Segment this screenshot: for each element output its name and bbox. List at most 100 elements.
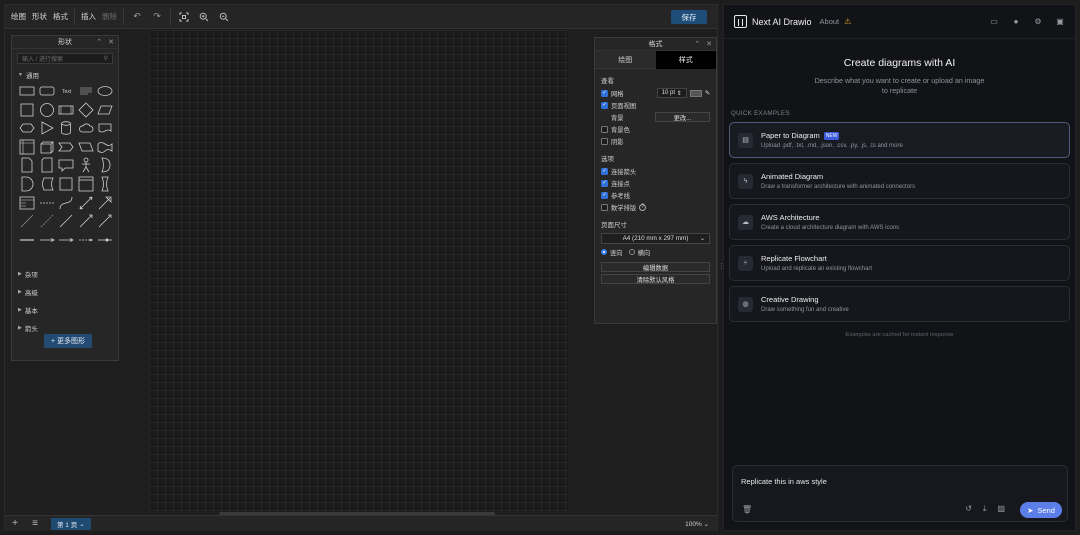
text-shape[interactable]: Text: [57, 82, 75, 100]
ellipse-shape[interactable]: [96, 82, 114, 100]
collapse-icon[interactable]: ⌃: [96, 38, 102, 46]
fit-icon[interactable]: [177, 10, 191, 24]
category-general[interactable]: ▼ 通用: [12, 68, 118, 82]
menu-draw[interactable]: 绘图: [11, 11, 26, 22]
math-checkbox[interactable]: [601, 203, 608, 211]
feedback-icon[interactable]: ▭: [989, 17, 999, 26]
delete-button[interactable]: 删除: [102, 11, 117, 22]
curve-shape[interactable]: [57, 194, 75, 212]
open-arrow-shape[interactable]: [57, 231, 75, 249]
bidirectional-arrow-shape[interactable]: [77, 194, 95, 212]
image-upload-icon[interactable]: ▨: [997, 504, 1005, 514]
more-shapes-button[interactable]: + 更多图形: [44, 334, 92, 348]
dotted-line-shape[interactable]: [38, 194, 56, 212]
actor-shape[interactable]: [77, 156, 95, 174]
process-shape[interactable]: [57, 101, 75, 119]
card-shape[interactable]: [38, 156, 56, 174]
parallelogram-shape[interactable]: [96, 101, 114, 119]
page-size-select[interactable]: A4 (210 mm x 297 mm) ⌄: [601, 233, 710, 244]
rectangle-shape[interactable]: [18, 82, 36, 100]
bracket-shape[interactable]: [96, 175, 114, 193]
connection-points-checkbox[interactable]: ✓: [601, 179, 608, 187]
edit-data-button[interactable]: 编辑数据: [601, 262, 710, 272]
circle-shape[interactable]: [38, 101, 56, 119]
cloud-shape[interactable]: [77, 119, 95, 137]
menu-format[interactable]: 格式: [53, 11, 68, 22]
help-icon[interactable]: ?: [639, 203, 647, 211]
landscape-radio[interactable]: [628, 249, 635, 255]
example-card-creative-drawing[interactable]: ◍ Creative Drawing Draw something fun an…: [729, 286, 1070, 322]
diamond-shape[interactable]: [77, 101, 95, 119]
example-card-animated-diagram[interactable]: ϟ Animated Diagram Draw a transformer ar…: [729, 163, 1070, 199]
triangle-shape[interactable]: [38, 119, 56, 137]
arrow-shape[interactable]: [96, 194, 114, 212]
portrait-radio[interactable]: [601, 249, 607, 255]
close-icon[interactable]: ✕: [706, 40, 712, 48]
grid-size-input[interactable]: 10 pt ⇕: [656, 88, 687, 98]
document-shape[interactable]: [96, 119, 114, 137]
square-shape[interactable]: [18, 101, 36, 119]
chat-input[interactable]: Replicate this in aws style: [741, 477, 827, 486]
add-page-icon[interactable]: +: [5, 518, 25, 529]
pages-menu-icon[interactable]: ≡: [25, 518, 45, 529]
redo-icon[interactable]: ↷: [150, 10, 164, 24]
warning-icon[interactable]: ⚠: [844, 17, 851, 26]
rounded-rectangle-shape[interactable]: [38, 82, 56, 100]
guides-checkbox[interactable]: ✓: [601, 191, 608, 199]
drawing-canvas[interactable]: [149, 30, 568, 512]
hexagon-shape[interactable]: [18, 119, 36, 137]
step-shape[interactable]: [57, 138, 75, 156]
grid-color-swatch[interactable]: [689, 89, 702, 97]
shape-search-input[interactable]: 输入 / 进行搜索 ⚲: [17, 53, 113, 64]
page-tab[interactable]: 第 1 页 ⌄: [51, 517, 91, 530]
horizontal-line-shape[interactable]: [18, 231, 36, 249]
link-shape[interactable]: [96, 231, 114, 249]
connector-arrow-shape[interactable]: [77, 212, 95, 230]
tab-style[interactable]: 样式: [655, 51, 716, 69]
line-shape[interactable]: [18, 212, 36, 230]
trash-icon[interactable]: 🗑: [742, 505, 752, 514]
page-view-checkbox[interactable]: ✓: [601, 101, 608, 109]
history-icon[interactable]: ↺: [965, 504, 972, 514]
cylinder-shape[interactable]: [57, 119, 75, 137]
change-background-button[interactable]: 更改...: [655, 112, 710, 122]
trapezoid-shape[interactable]: [77, 138, 95, 156]
tab-diagram[interactable]: 绘图: [595, 51, 656, 69]
example-card-replicate-flowchart[interactable]: ⑂ Replicate Flowchart Upload and replica…: [729, 245, 1070, 281]
zoom-level[interactable]: 100% ⌄: [685, 520, 709, 528]
gear-icon[interactable]: ⚙: [1033, 17, 1043, 26]
connector-shape[interactable]: [57, 212, 75, 230]
note-shape[interactable]: [18, 156, 36, 174]
grid-checkbox[interactable]: ✓: [601, 89, 608, 97]
insert-button[interactable]: 插入: [81, 11, 96, 22]
dashed-arrow-shape[interactable]: [77, 231, 95, 249]
internal-storage-shape[interactable]: [18, 138, 36, 156]
menu-shapes[interactable]: 形状: [32, 11, 47, 22]
category-misc[interactable]: ▶ 杂项: [12, 266, 118, 284]
table-shape[interactable]: [18, 194, 36, 212]
category-advanced[interactable]: ▶ 高级: [12, 284, 118, 302]
container-shape[interactable]: [57, 175, 75, 193]
panel-toggle-icon[interactable]: ▣: [1055, 17, 1065, 26]
category-basic[interactable]: ▶ 基本: [12, 302, 118, 320]
github-icon[interactable]: ●: [1011, 17, 1021, 26]
undo-icon[interactable]: ↶: [130, 10, 144, 24]
dashed-line-shape[interactable]: [38, 212, 56, 230]
callout-shape[interactable]: [57, 156, 75, 174]
data-storage-shape[interactable]: [38, 175, 56, 193]
example-card-paper-to-diagram[interactable]: ▤ Paper to Diagram NEW Upload .pdf, .txt,…: [729, 122, 1070, 158]
download-icon[interactable]: ⤓: [983, 504, 987, 514]
or-shape[interactable]: [96, 156, 114, 174]
tape-shape[interactable]: [96, 138, 114, 156]
save-button[interactable]: 保存: [671, 10, 707, 24]
pencil-icon[interactable]: ✎: [705, 90, 710, 97]
shadow-checkbox[interactable]: [601, 137, 608, 145]
send-button[interactable]: ➤ Send: [1020, 502, 1062, 518]
cube-shape[interactable]: [38, 138, 56, 156]
collapse-icon[interactable]: ⌃: [694, 40, 700, 48]
horizontal-arrow-shape[interactable]: [38, 231, 56, 249]
close-icon[interactable]: ✕: [108, 38, 114, 46]
zoom-in-icon[interactable]: [197, 10, 211, 24]
textbox-shape[interactable]: [77, 82, 95, 100]
background-color-checkbox[interactable]: [601, 125, 608, 133]
